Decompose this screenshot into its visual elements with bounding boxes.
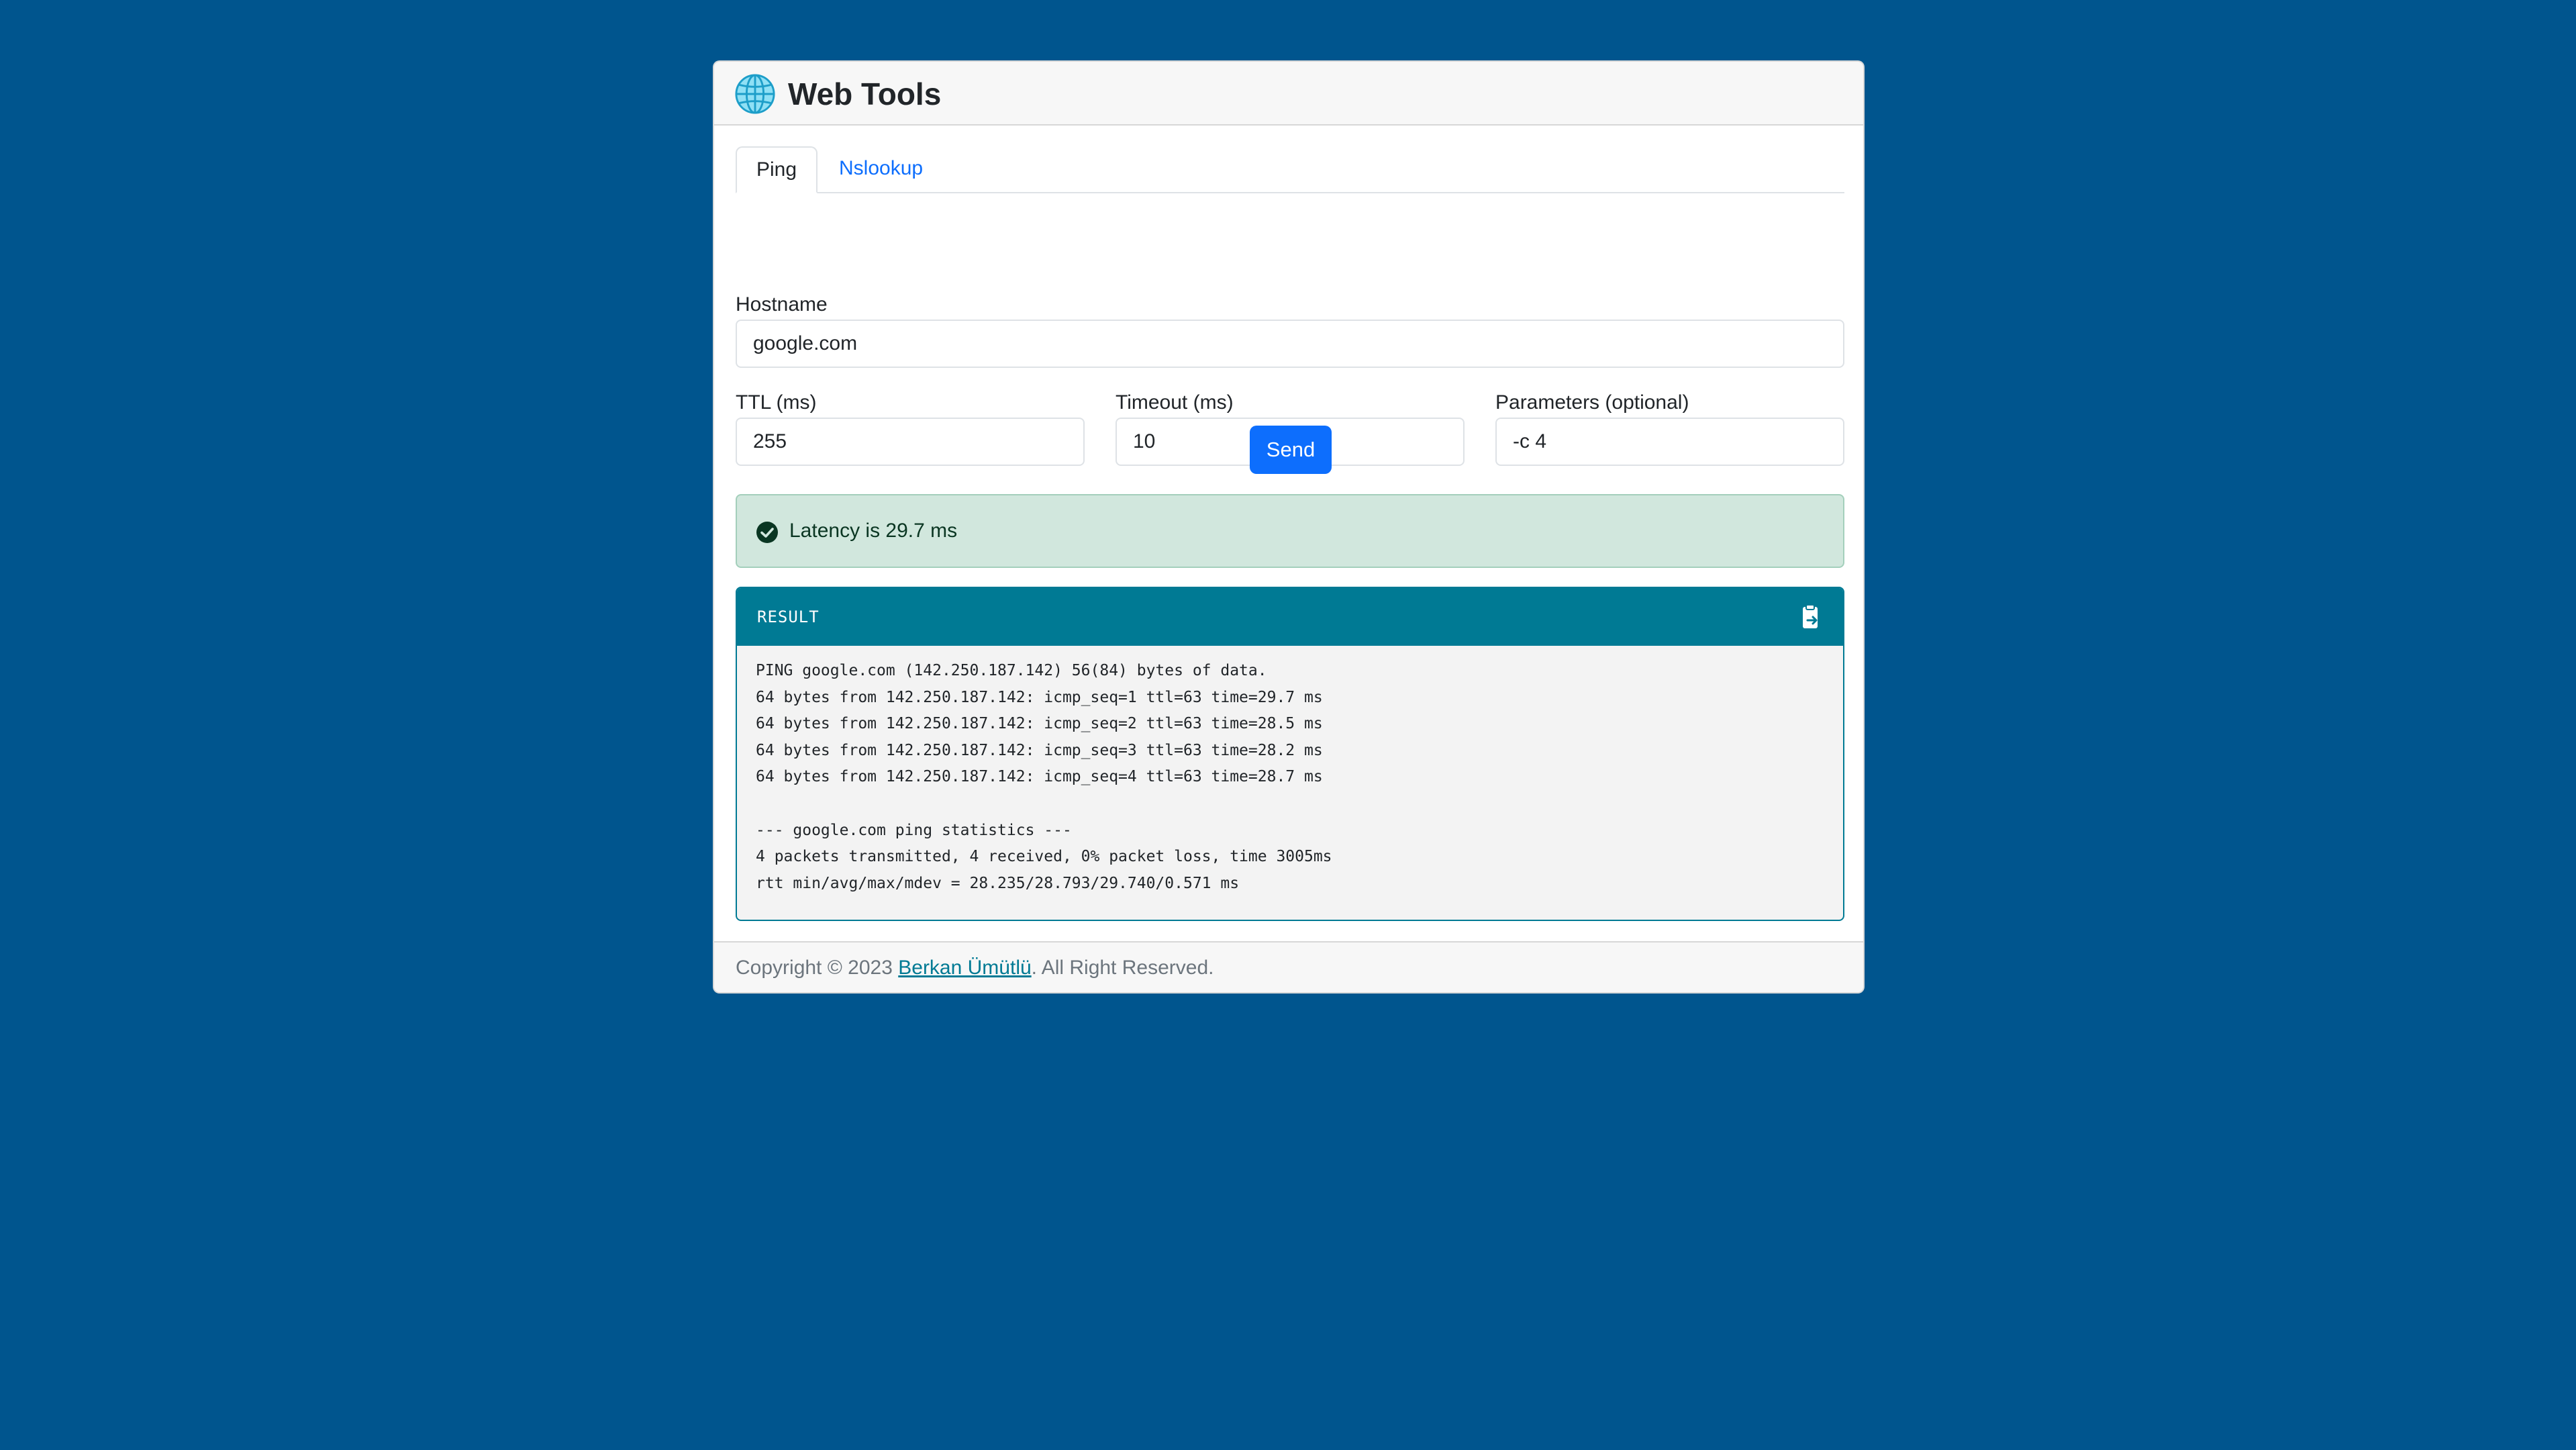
result-line-blank <box>756 791 1830 818</box>
result-line: 64 bytes from 142.250.187.142: icmp_seq=… <box>756 715 1323 733</box>
latency-alert: Latency is 29.7 ms <box>736 494 1844 568</box>
result-line: 64 bytes from 142.250.187.142: icmp_seq=… <box>756 741 1323 759</box>
tool-tabs: Ping Nslookup <box>736 146 1844 193</box>
result-line: PING google.com (142.250.187.142) 56(84)… <box>756 662 1267 679</box>
ttl-label: TTL (ms) <box>736 391 817 414</box>
globe-icon <box>735 74 775 114</box>
timeout-label: Timeout (ms) <box>1116 391 1234 414</box>
ttl-input[interactable] <box>736 418 1085 466</box>
result-line: 4 packets transmitted, 4 received, 0% pa… <box>756 848 1332 866</box>
clipboard-icon[interactable] <box>1797 604 1823 631</box>
latency-text: Latency is 29.7 ms <box>789 520 958 542</box>
copyright-suffix: . All Right Reserved. <box>1031 957 1214 979</box>
send-button[interactable]: Send <box>1250 426 1332 474</box>
web-tools-card: Web Tools Ping Nslookup Hostname TTL (ms… <box>713 60 1865 994</box>
card-header: Web Tools <box>714 62 1863 126</box>
parameters-label: Parameters (optional) <box>1495 391 1689 414</box>
result-header: RESULT <box>737 588 1843 646</box>
result-title: RESULT <box>757 608 820 626</box>
card-footer: Copyright © 2023 Berkan Ümütlü. All Righ… <box>714 941 1863 992</box>
author-link[interactable]: Berkan Ümütlü <box>898 957 1031 979</box>
parameters-input[interactable] <box>1495 418 1844 466</box>
app-title: Web Tools <box>788 77 942 111</box>
result-line: 64 bytes from 142.250.187.142: icmp_seq=… <box>756 688 1323 706</box>
check-circle-icon <box>756 522 778 543</box>
copyright-prefix: Copyright © 2023 <box>736 957 899 979</box>
tab-nslookup[interactable]: Nslookup <box>818 146 944 193</box>
result-line: 64 bytes from 142.250.187.142: icmp_seq=… <box>756 768 1323 786</box>
hostname-input[interactable] <box>736 320 1844 368</box>
result-line: rtt min/avg/max/mdev = 28.235/28.793/29.… <box>756 874 1240 892</box>
result-output: PING google.com (142.250.187.142) 56(84)… <box>756 658 1830 897</box>
result-line: --- google.com ping statistics --- <box>756 821 1072 839</box>
result-panel: RESULT PING google.com (142.250.187.142)… <box>736 587 1844 921</box>
copyright-text: Copyright © 2023 Berkan Ümütlü. All Righ… <box>736 955 1213 981</box>
hostname-label: Hostname <box>736 293 828 316</box>
tab-ping[interactable]: Ping <box>736 146 818 193</box>
